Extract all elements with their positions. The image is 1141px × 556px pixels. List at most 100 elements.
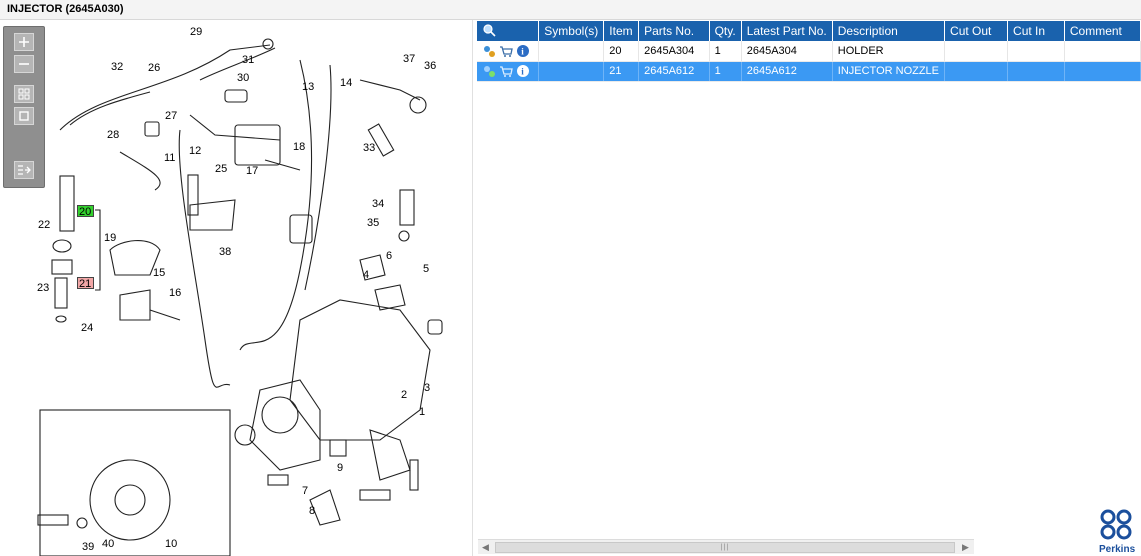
part-4 — [374, 284, 406, 311]
brand-name: Perkins — [1099, 544, 1136, 555]
injector-holder-20 — [59, 175, 75, 232]
diagram-label: 31 — [242, 54, 254, 66]
spring-23 — [51, 259, 73, 275]
cell-symbols — [538, 61, 605, 82]
engine-housing — [39, 409, 231, 556]
part-plug — [427, 319, 443, 335]
diagram-highlight-item-20[interactable]: 20 — [77, 205, 94, 218]
fit-all-button[interactable] — [14, 85, 34, 103]
zoom-out-button[interactable] — [14, 55, 34, 73]
cell-comment — [1064, 61, 1141, 82]
pump-gear-10 — [89, 459, 171, 541]
fuel-block-17 — [234, 124, 281, 166]
scroll-left-arrow-icon[interactable]: ◀ — [478, 540, 493, 555]
diagram-label: 40 — [102, 538, 114, 550]
search-parts-icon[interactable] — [482, 23, 496, 37]
row-action-icons: i — [477, 61, 540, 82]
diagram-label: 39 — [82, 541, 94, 553]
shopping-cart-icon[interactable] — [499, 64, 513, 78]
cell-item: 21 — [603, 61, 640, 82]
parts-table: Symbol(s) Item Parts No. Qty. Latest Par… — [477, 21, 1141, 82]
column-header-latest-part-no[interactable]: Latest Part No. — [741, 21, 833, 41]
diagram-label: 27 — [165, 110, 177, 122]
diagram-label: 1 — [419, 406, 425, 418]
diagram-label: 22 — [38, 219, 50, 231]
gears-icon[interactable] — [482, 44, 496, 58]
diagram-label: 23 — [37, 282, 49, 294]
pipe-37 — [359, 79, 421, 101]
column-header-symbols[interactable]: Symbol(s) — [538, 21, 605, 41]
clamp-15 — [119, 289, 151, 321]
column-header-parts-no[interactable]: Parts No. — [638, 21, 710, 41]
bracket-right — [369, 429, 411, 481]
pipe-11 — [119, 151, 161, 191]
fit-all-icon — [18, 88, 30, 100]
cell-description: INJECTOR NOZZLE — [832, 61, 946, 82]
diagram-label: 38 — [219, 246, 231, 258]
cell-cut-out — [944, 61, 1009, 82]
diagram-label: 6 — [386, 250, 392, 262]
bolt-front — [359, 489, 391, 501]
cell-qty: 1 — [709, 41, 742, 62]
diagram-label: 35 — [367, 217, 379, 229]
diagram-label: 3 — [424, 382, 430, 394]
column-header-icons[interactable] — [477, 21, 540, 41]
cell-parts-no: 2645A304 — [638, 41, 710, 62]
pump-drive — [261, 396, 299, 434]
scroll-right-arrow-icon[interactable]: ▶ — [958, 540, 973, 555]
pump-flange — [249, 379, 321, 471]
diagram-label: 11 — [164, 152, 175, 164]
washer-35 — [398, 230, 410, 242]
column-header-comment[interactable]: Comment — [1064, 21, 1141, 41]
table-row[interactable]: i 20 2645A304 1 2645A304 HOLDER — [477, 41, 1141, 62]
actual-size-button[interactable] — [14, 107, 34, 125]
diagram-label: 2 — [401, 389, 407, 401]
diagram-highlight-item-21[interactable]: 21 — [77, 277, 94, 290]
gear-hub — [114, 484, 146, 516]
stud-9 — [409, 459, 419, 491]
scrollbar-thumb[interactable]: ||| — [495, 542, 955, 553]
exploded-parts-diagram[interactable]: 29 32 26 31 30 27 28 11 12 25 17 18 13 1… — [0, 20, 473, 556]
exploded-diagram-pane[interactable]: 29 32 26 31 30 27 28 11 12 25 17 18 13 1… — [0, 20, 473, 556]
shopping-cart-icon[interactable] — [499, 44, 513, 58]
nut-9 — [329, 439, 347, 457]
diagram-label: 19 — [104, 232, 116, 244]
export-icon — [18, 165, 31, 175]
column-header-description[interactable]: Description — [832, 21, 946, 41]
sensor-34 — [399, 189, 415, 226]
column-header-qty[interactable]: Qty. — [709, 21, 742, 41]
diagram-label: 18 — [293, 141, 305, 153]
diagram-label: 24 — [81, 322, 93, 334]
cell-comment — [1064, 41, 1141, 62]
horizontal-scrollbar[interactable]: ◀ ||| ▶ — [478, 539, 974, 554]
diagram-label: 9 — [337, 462, 343, 474]
diagram-label: 10 — [165, 538, 177, 550]
cell-qty: 1 — [709, 61, 742, 82]
row-action-icons: i — [477, 41, 540, 62]
cell-description: HOLDER — [832, 41, 946, 62]
diagram-label: 32 — [111, 61, 123, 73]
column-header-item[interactable]: Item — [603, 21, 640, 41]
diagram-label: 30 — [237, 72, 249, 84]
injector-cover — [289, 214, 313, 244]
table-row-selected[interactable]: i 21 2645A612 1 2645A612 INJECTOR NOZZLE — [477, 61, 1141, 82]
diagram-label: 7 — [302, 485, 308, 497]
title-bar: INJECTOR (2645A030) — [0, 0, 1141, 20]
diagram-label: 5 — [423, 263, 429, 275]
gears-icon[interactable] — [482, 64, 496, 78]
diagram-zoom-toolbar — [3, 26, 45, 188]
export-button[interactable] — [14, 161, 34, 179]
diagram-label: 15 — [153, 267, 165, 279]
zoom-in-button[interactable] — [14, 33, 34, 51]
column-header-cut-in[interactable]: Cut In — [1007, 21, 1065, 41]
info-icon[interactable]: i — [516, 44, 530, 58]
info-icon[interactable]: i — [516, 64, 530, 78]
diagram-label: 28 — [107, 129, 119, 141]
diagram-label: 36 — [424, 60, 436, 72]
parts-list-pane: Symbol(s) Item Parts No. Qty. Latest Par… — [477, 20, 1141, 556]
window-title: INJECTOR (2645A030) — [7, 3, 124, 15]
cell-symbols — [538, 41, 605, 62]
bracket-19-callout — [95, 209, 101, 291]
column-header-cut-out[interactable]: Cut Out — [944, 21, 1009, 41]
cell-cut-in — [1007, 41, 1065, 62]
